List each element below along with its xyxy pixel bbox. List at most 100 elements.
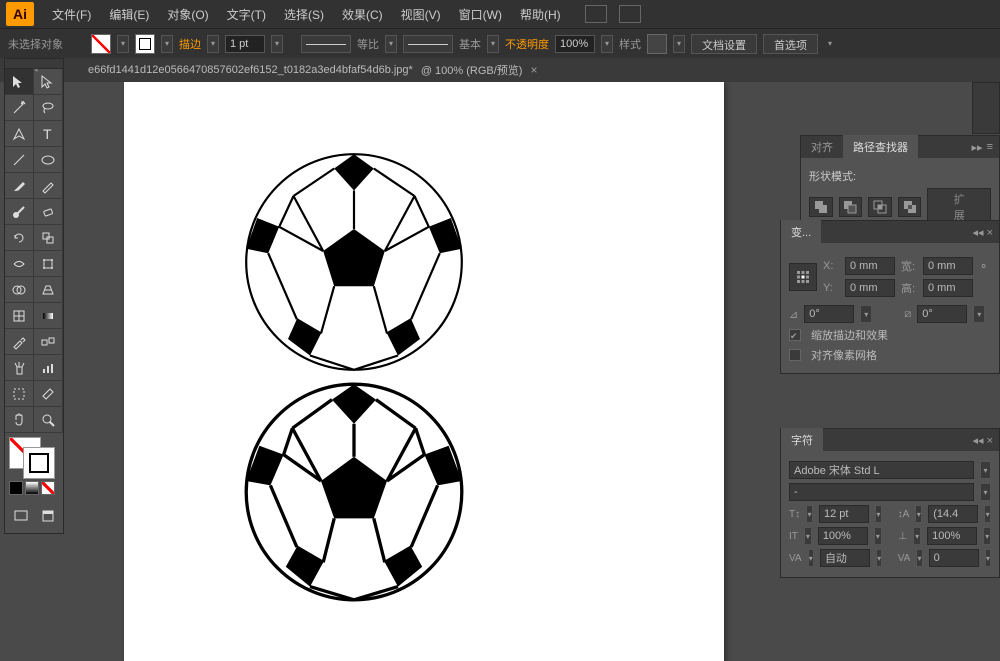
style-dd[interactable] bbox=[673, 35, 685, 53]
selection-tool[interactable] bbox=[5, 69, 34, 95]
menu-help[interactable]: 帮助(H) bbox=[512, 2, 569, 27]
rotate-tool[interactable] bbox=[5, 225, 34, 251]
vscale-input[interactable] bbox=[818, 527, 868, 545]
exclude-button[interactable] bbox=[898, 197, 922, 217]
opacity-label[interactable]: 不透明度 bbox=[505, 36, 549, 52]
font-size-input[interactable] bbox=[819, 505, 869, 523]
doc-setup-button[interactable]: 文档设置 bbox=[691, 34, 757, 54]
stroke-weight-stepper[interactable] bbox=[207, 35, 219, 53]
panel-close-icon[interactable]: ◂◂ × bbox=[972, 226, 993, 239]
opacity-input[interactable] bbox=[555, 35, 595, 53]
stroke-weight-dd[interactable] bbox=[271, 35, 283, 53]
h-input[interactable] bbox=[923, 279, 973, 297]
panel-collapse-icon[interactable]: ▸▸ bbox=[972, 141, 983, 154]
scale-strokes-checkbox[interactable] bbox=[789, 329, 801, 341]
color-mode-gradient[interactable] bbox=[25, 481, 39, 495]
y-input[interactable] bbox=[845, 279, 895, 297]
menu-type[interactable]: 文字(T) bbox=[219, 2, 274, 27]
blob-brush-tool[interactable] bbox=[5, 199, 34, 225]
fill-stroke-swatches[interactable] bbox=[5, 433, 63, 499]
font-family-input[interactable] bbox=[789, 461, 974, 479]
size-dd[interactable] bbox=[875, 505, 882, 523]
menu-edit[interactable]: 编辑(E) bbox=[101, 2, 157, 27]
angle-input[interactable] bbox=[804, 305, 854, 323]
menu-object[interactable]: 对象(O) bbox=[159, 2, 216, 27]
hand-tool[interactable] bbox=[5, 407, 34, 433]
width-tool[interactable] bbox=[5, 251, 34, 277]
menu-effect[interactable]: 效果(C) bbox=[334, 2, 391, 27]
shear-dd[interactable] bbox=[973, 305, 985, 323]
menu-select[interactable]: 选择(S) bbox=[276, 2, 332, 27]
shape-builder-tool[interactable] bbox=[5, 277, 34, 303]
direct-selection-tool[interactable] bbox=[34, 69, 63, 95]
x-input[interactable] bbox=[845, 257, 895, 275]
workspace-icon-1[interactable] bbox=[585, 5, 607, 23]
stroke-swatch[interactable] bbox=[135, 34, 155, 54]
perspective-tool[interactable] bbox=[34, 277, 63, 303]
angle-dd[interactable] bbox=[860, 305, 872, 323]
lasso-tool[interactable] bbox=[34, 95, 63, 121]
stroke-dropdown[interactable] bbox=[161, 35, 173, 53]
blend-tool[interactable] bbox=[34, 329, 63, 355]
vscale-stepper[interactable] bbox=[804, 527, 812, 545]
color-mode-none[interactable] bbox=[41, 481, 55, 495]
tab-align[interactable]: 对齐 bbox=[801, 135, 843, 159]
hscale-input[interactable] bbox=[927, 527, 977, 545]
paintbrush-tool[interactable] bbox=[5, 173, 34, 199]
line-tool[interactable] bbox=[5, 147, 34, 173]
tab-pathfinder[interactable]: 路径查找器 bbox=[843, 135, 918, 159]
panel-menu-icon[interactable]: ≡ bbox=[987, 141, 993, 154]
scale-tool[interactable] bbox=[34, 225, 63, 251]
tracking-dd[interactable] bbox=[985, 549, 991, 567]
w-input[interactable] bbox=[923, 257, 973, 275]
leading-input[interactable] bbox=[928, 505, 978, 523]
artboard[interactable] bbox=[124, 82, 724, 661]
control-more[interactable] bbox=[824, 35, 836, 53]
stroke-profile-preview[interactable] bbox=[301, 35, 351, 53]
soccer-ball-1[interactable] bbox=[244, 152, 464, 372]
hscale-stepper[interactable] bbox=[913, 527, 921, 545]
slice-tool[interactable] bbox=[34, 381, 63, 407]
opacity-dd[interactable] bbox=[601, 35, 613, 53]
fill-swatch[interactable] bbox=[91, 34, 111, 54]
style-swatch[interactable] bbox=[647, 34, 667, 54]
eyedropper-tool[interactable] bbox=[5, 329, 34, 355]
font-style-dd[interactable] bbox=[980, 483, 991, 501]
shear-input[interactable] bbox=[917, 305, 967, 323]
font-family-dd[interactable] bbox=[980, 461, 991, 479]
magic-wand-tool[interactable] bbox=[5, 95, 34, 121]
tab-character[interactable]: 字符 bbox=[781, 428, 823, 452]
fill-dropdown[interactable] bbox=[117, 35, 129, 53]
brush-dd[interactable] bbox=[487, 35, 499, 53]
leading-dd[interactable] bbox=[984, 505, 991, 523]
pencil-tool[interactable] bbox=[34, 173, 63, 199]
hscale-dd[interactable] bbox=[983, 527, 991, 545]
kerning-input[interactable] bbox=[820, 549, 870, 567]
panel-close-icon[interactable]: ◂◂ × bbox=[972, 434, 993, 447]
toolbox-grip[interactable] bbox=[5, 59, 63, 69]
intersect-button[interactable] bbox=[868, 197, 892, 217]
brush-preview[interactable] bbox=[403, 35, 453, 53]
tracking-stepper[interactable] bbox=[916, 549, 922, 567]
prefs-button[interactable]: 首选项 bbox=[763, 34, 818, 54]
align-pixel-checkbox[interactable] bbox=[789, 349, 801, 361]
eraser-tool[interactable] bbox=[34, 199, 63, 225]
document-tab[interactable]: e66fd1441d12e0566470857602ef6152_t0182a3… bbox=[80, 58, 545, 82]
size-stepper[interactable] bbox=[806, 505, 813, 523]
close-tab-icon[interactable]: × bbox=[530, 63, 537, 77]
font-style-input[interactable] bbox=[789, 483, 974, 501]
screen-mode-button[interactable] bbox=[9, 503, 32, 529]
type-tool[interactable]: T bbox=[34, 121, 63, 147]
zoom-tool[interactable] bbox=[34, 407, 63, 433]
kerning-dd[interactable] bbox=[876, 549, 882, 567]
ellipse-tool[interactable] bbox=[34, 147, 63, 173]
menu-file[interactable]: 文件(F) bbox=[44, 2, 99, 27]
stroke-weight-input[interactable] bbox=[225, 35, 265, 53]
menu-view[interactable]: 视图(V) bbox=[393, 2, 449, 27]
tracking-input[interactable] bbox=[929, 549, 979, 567]
free-transform-tool[interactable] bbox=[34, 251, 63, 277]
unite-button[interactable] bbox=[809, 197, 833, 217]
tab-transform[interactable]: 变... bbox=[781, 220, 821, 244]
graph-tool[interactable] bbox=[34, 355, 63, 381]
symbol-sprayer-tool[interactable] bbox=[5, 355, 34, 381]
